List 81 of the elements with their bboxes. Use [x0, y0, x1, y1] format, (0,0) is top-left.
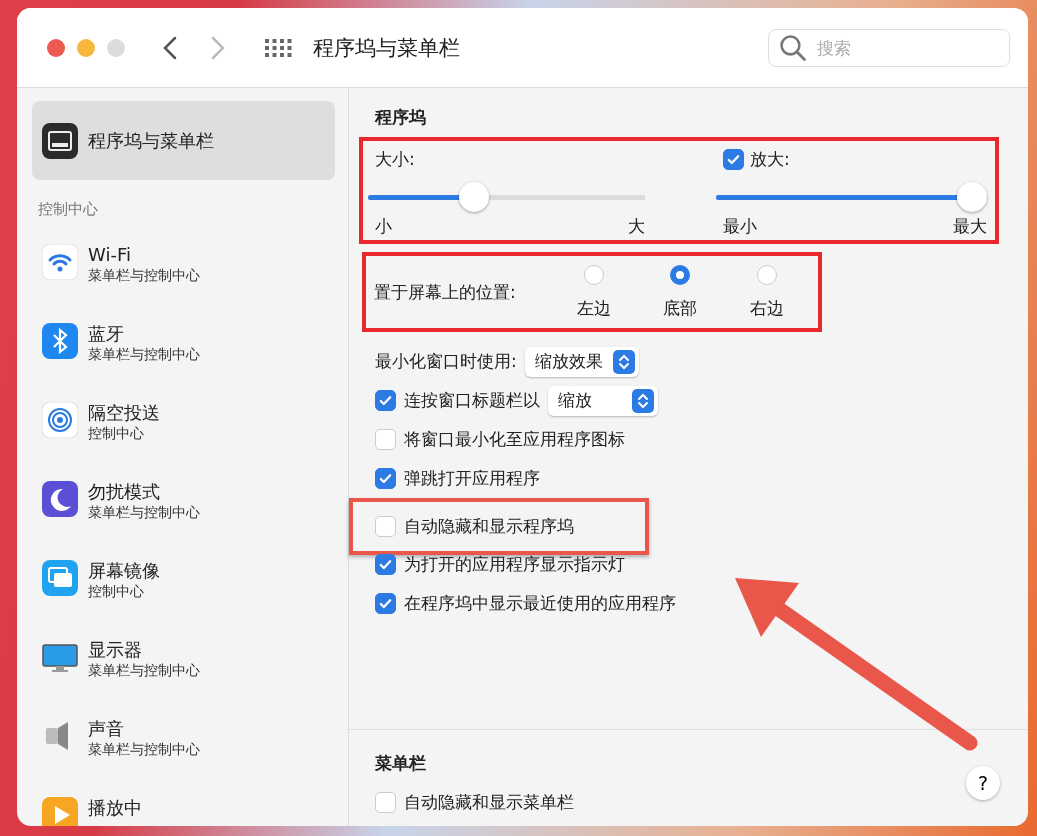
min-label: 最小: [723, 215, 757, 238]
bluetooth-icon: [42, 323, 78, 359]
radio-button[interactable]: [583, 264, 604, 285]
item-subtitle: 菜单栏与控制中心: [88, 503, 200, 521]
checkbox[interactable]: [375, 468, 396, 489]
field-label: 置于屏幕上的位置:: [374, 280, 517, 304]
checkbox-label: 连按窗口标题栏以: [404, 389, 540, 412]
item-subtitle: 控制中心: [88, 424, 145, 442]
section-heading: 程序坞: [375, 106, 427, 129]
sidebar-item[interactable]: 蓝牙 菜单栏与控制中心: [32, 302, 335, 381]
search-field[interactable]: 搜索: [768, 28, 1010, 67]
checkbox-label: 弹跳打开应用程序: [404, 467, 540, 490]
slider-thumb[interactable]: [957, 182, 987, 212]
checkbox-label: 自动隐藏和显示程序坞: [404, 515, 574, 538]
field-label: 最小化窗口时使用:: [375, 350, 517, 373]
sidebar-item[interactable]: 勿扰模式 菜单栏与控制中心: [32, 460, 335, 539]
checkbox[interactable]: [375, 593, 396, 614]
item-title: 程序坞与菜单栏: [88, 129, 214, 152]
checkbox[interactable]: [375, 554, 396, 575]
checkmark-icon: [378, 471, 393, 486]
item-subtitle: 控制中心: [88, 582, 145, 600]
radio-button[interactable]: [756, 264, 777, 285]
item-title: 蓝牙: [88, 323, 125, 345]
max-label: 最大: [953, 215, 987, 238]
checkbox[interactable]: [375, 792, 396, 813]
item-title: 屏幕镜像: [88, 560, 160, 582]
radio-label: 右边: [749, 296, 784, 320]
sidebar-item[interactable]: 显示器 菜单栏与控制中心: [32, 618, 335, 697]
checkmark-icon: [378, 557, 393, 572]
item-subtitle: 菜单栏与控制中心: [88, 266, 200, 284]
item-subtitle: 菜单栏与控制中心: [88, 740, 200, 758]
window-control[interactable]: [77, 38, 95, 57]
item-title: 隔空投送: [88, 402, 160, 424]
sidebar-item[interactable]: Wi-Fi 菜单栏与控制中心: [32, 223, 335, 302]
sidebar-item[interactable]: 程序坞与菜单栏: [32, 101, 335, 180]
checkmark-icon: [378, 393, 393, 408]
moon-icon: [42, 481, 78, 517]
checkbox-label: 自动隐藏和显示菜单栏: [404, 791, 574, 814]
min-label: 小: [375, 215, 392, 238]
wifi-icon: [42, 244, 78, 280]
airdrop-icon: [42, 402, 78, 438]
section-title: 控制中心: [38, 200, 99, 219]
dock-icon: [42, 122, 78, 159]
search-icon: [779, 33, 807, 62]
checkbox[interactable]: [723, 148, 744, 170]
section-heading: 菜单栏: [375, 752, 427, 775]
slider-thumb[interactable]: [459, 182, 490, 212]
radio-label: 左边: [576, 296, 611, 320]
window-control[interactable]: [47, 38, 65, 57]
stepper-icon: [612, 349, 635, 374]
item-subtitle: 菜单栏与控制中心: [88, 661, 200, 679]
item-subtitle: 菜单栏与控制中心: [88, 345, 200, 363]
window-title: 程序坞与菜单栏: [313, 34, 461, 62]
search-input[interactable]: 搜索: [815, 36, 999, 59]
radio-label: 底部: [663, 296, 698, 320]
sidebar-item[interactable]: 声音 菜单栏与控制中心: [32, 697, 335, 776]
sidebar-item[interactable]: 播放中: [32, 776, 335, 826]
slider-label: 大小:: [375, 147, 415, 171]
item-title: 播放中: [88, 797, 142, 819]
stepper-icon: [632, 388, 654, 413]
checkbox-label: 为打开的应用程序显示指示灯: [404, 553, 625, 576]
checkbox-label: 放大:: [750, 147, 790, 171]
sidebar-item[interactable]: 屏幕镜像 控制中心: [32, 539, 335, 618]
popup-button[interactable]: 缩放效果: [524, 346, 639, 377]
checkbox[interactable]: [375, 516, 396, 537]
checkbox-label: 将窗口最小化至应用程序图标: [404, 428, 625, 451]
item-title: 显示器: [88, 639, 143, 661]
checkbox[interactable]: [375, 390, 396, 411]
help-button[interactable]: ?: [966, 766, 1000, 800]
checkbox[interactable]: [375, 429, 396, 450]
grid-icon: [265, 38, 293, 57]
max-label: 大: [628, 215, 645, 238]
item-title: 勿扰模式: [88, 481, 161, 503]
popup-button[interactable]: 缩放: [548, 385, 658, 416]
radio-button[interactable]: [670, 264, 691, 285]
sidebar-item[interactable]: 隔空投送 控制中心: [32, 381, 335, 460]
checkbox-label: 在程序坞中显示最近使用的应用程序: [404, 592, 676, 615]
item-title: Wi-Fi: [88, 244, 132, 266]
screens-icon: [42, 560, 78, 596]
item-title: 声音: [88, 718, 125, 740]
checkmark-icon: [378, 596, 393, 611]
